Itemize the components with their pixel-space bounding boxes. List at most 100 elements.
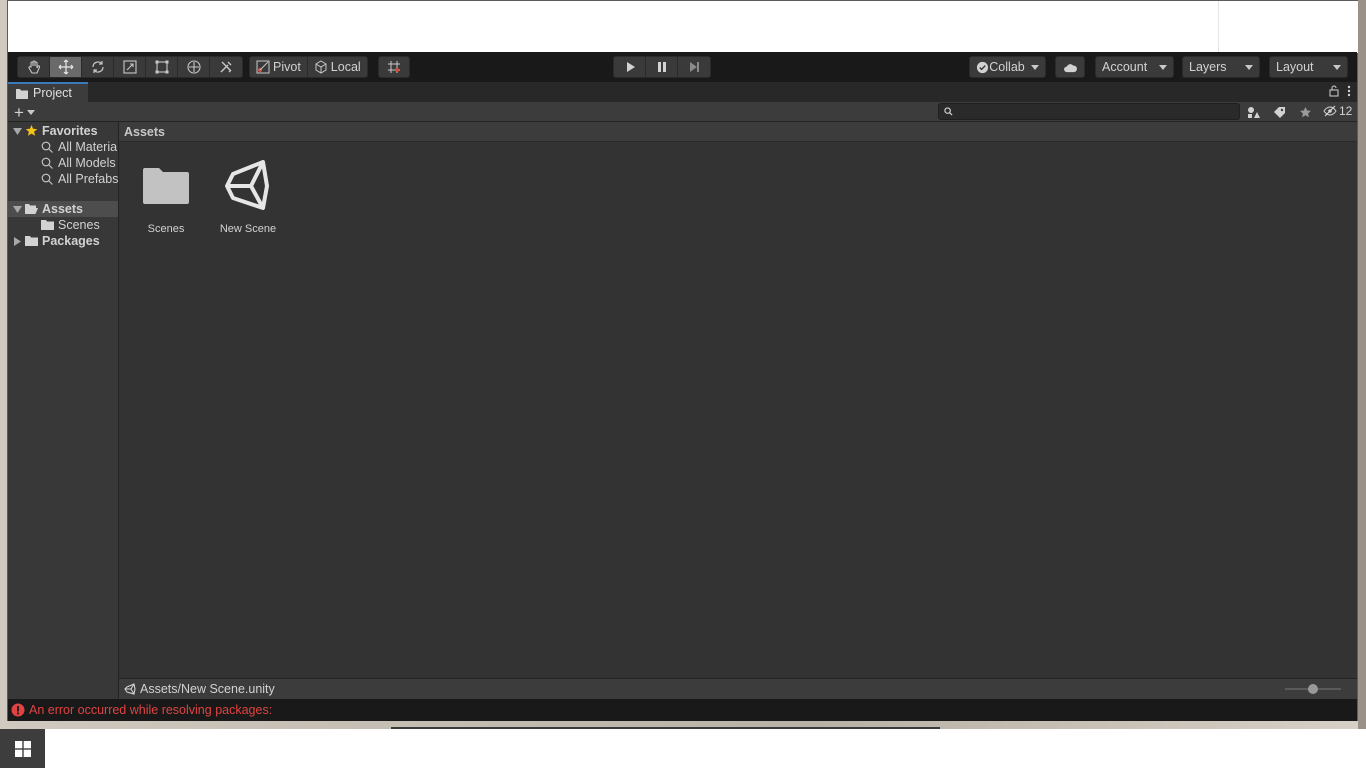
pivot-toggle[interactable]: Pivot bbox=[250, 57, 308, 77]
check-circle-icon bbox=[976, 61, 989, 73]
main-toolbar: Pivot Local Collab Account Layers Layout bbox=[8, 52, 1357, 82]
tab-project-label: Project bbox=[33, 86, 72, 100]
tab-menu bbox=[1329, 85, 1351, 97]
pause-button[interactable] bbox=[646, 57, 678, 77]
transform-tools-group bbox=[17, 56, 243, 78]
rect-tool-button[interactable] bbox=[146, 57, 178, 77]
expand-arrow-icon[interactable] bbox=[12, 204, 22, 214]
collab-dropdown[interactable]: Collab bbox=[969, 56, 1046, 78]
pivot-local-group: Pivot Local bbox=[249, 56, 368, 78]
move-tool-button[interactable] bbox=[50, 57, 82, 77]
asset-item-scenes[interactable]: Scenes bbox=[131, 159, 201, 239]
move-icon bbox=[58, 59, 73, 75]
search-icon bbox=[40, 172, 54, 186]
local-toggle[interactable]: Local bbox=[308, 57, 367, 77]
scale-tool-button[interactable] bbox=[114, 57, 146, 77]
project-folder-tree: Favorites All Materia All Models All Pre… bbox=[8, 122, 119, 699]
start-button[interactable] bbox=[0, 729, 45, 768]
filter-by-type-button[interactable] bbox=[1244, 104, 1262, 120]
layers-dropdown[interactable]: Layers bbox=[1182, 56, 1260, 78]
unity-scene-small-icon bbox=[124, 683, 136, 695]
kebab-menu-icon[interactable] bbox=[1347, 85, 1351, 97]
type-filter-icon bbox=[1247, 106, 1260, 118]
tree-item-favorite-1[interactable]: All Models bbox=[8, 155, 118, 171]
pivot-icon bbox=[256, 60, 270, 74]
unity-editor-window: Pivot Local Collab Account Layers Layout… bbox=[7, 0, 1358, 721]
icon-size-slider[interactable] bbox=[1285, 684, 1341, 694]
step-button[interactable] bbox=[678, 57, 710, 77]
titlebar-blank-region bbox=[1218, 1, 1358, 53]
layers-label: Layers bbox=[1189, 60, 1227, 74]
chevron-down-icon bbox=[1245, 64, 1253, 70]
pivot-label: Pivot bbox=[273, 60, 301, 74]
tree-item-favorites[interactable]: Favorites bbox=[8, 123, 118, 139]
rotate-icon bbox=[91, 61, 104, 73]
plus-icon: + bbox=[14, 102, 24, 122]
search-input[interactable] bbox=[957, 104, 1237, 119]
folder-icon bbox=[40, 218, 54, 232]
transform-icon bbox=[186, 60, 201, 74]
tools-icon bbox=[220, 61, 232, 73]
search-field[interactable] bbox=[938, 103, 1240, 120]
status-bar[interactable]: An error occurred while resolving packag… bbox=[8, 699, 1357, 721]
layout-label: Layout bbox=[1276, 60, 1314, 74]
selected-asset-pathbar: Assets/New Scene.unity bbox=[119, 678, 1357, 699]
grid-snap-button[interactable] bbox=[379, 57, 409, 77]
rotate-tool-button[interactable] bbox=[82, 57, 114, 77]
hand-tool-button[interactable] bbox=[18, 57, 50, 77]
window-titlebar[interactable] bbox=[8, 1, 1357, 52]
favorite-label: All Models bbox=[58, 156, 116, 170]
hand-icon bbox=[27, 60, 40, 74]
taskbar bbox=[0, 729, 1366, 768]
tab-project[interactable]: Project bbox=[8, 82, 88, 102]
cloud-icon bbox=[1063, 63, 1077, 72]
slider-handle[interactable] bbox=[1308, 684, 1318, 694]
hidden-packages-toggle[interactable]: 12 bbox=[1323, 104, 1352, 118]
eye-slash-icon bbox=[1323, 105, 1337, 117]
asset-path: Assets/New Scene.unity bbox=[140, 682, 275, 696]
collapse-arrow-icon[interactable] bbox=[12, 236, 22, 246]
transform-tool-button[interactable] bbox=[178, 57, 210, 77]
scenes-folder-label: Scenes bbox=[58, 218, 100, 232]
asset-item-new-scene[interactable]: New Scene bbox=[213, 159, 283, 239]
tree-item-favorite-2[interactable]: All Prefabs bbox=[8, 171, 119, 187]
asset-label: Scenes bbox=[147, 223, 185, 235]
folder-icon bbox=[24, 234, 38, 248]
expand-arrow-icon[interactable] bbox=[12, 126, 22, 136]
account-dropdown[interactable]: Account bbox=[1095, 56, 1174, 78]
chevron-down-icon bbox=[1333, 64, 1341, 70]
favorite-label: All Prefabs bbox=[58, 172, 119, 186]
favorites-label: Favorites bbox=[42, 124, 98, 138]
cube-icon bbox=[315, 60, 327, 74]
tree-item-assets[interactable]: Assets bbox=[8, 201, 118, 217]
account-label: Account bbox=[1102, 60, 1148, 74]
project-toolbar: + 12 bbox=[8, 102, 1357, 122]
chevron-down-icon bbox=[26, 109, 35, 115]
play-button[interactable] bbox=[614, 57, 646, 77]
play-icon bbox=[626, 62, 635, 72]
folder-open-icon bbox=[24, 202, 38, 216]
error-icon bbox=[11, 703, 25, 717]
packages-label: Packages bbox=[42, 234, 100, 248]
tree-item-packages[interactable]: Packages bbox=[8, 233, 118, 249]
chevron-down-icon bbox=[1031, 64, 1039, 70]
cloud-button[interactable] bbox=[1055, 56, 1085, 78]
folder-icon bbox=[16, 88, 28, 99]
breadcrumb-assets[interactable]: Assets bbox=[124, 125, 165, 139]
tag-icon bbox=[1273, 106, 1285, 118]
step-icon bbox=[690, 62, 699, 72]
tree-item-scenes[interactable]: Scenes bbox=[8, 217, 118, 233]
search-icon bbox=[40, 156, 54, 170]
create-asset-button[interactable]: + bbox=[14, 103, 42, 121]
layout-dropdown[interactable]: Layout bbox=[1269, 56, 1348, 78]
favorites-button[interactable] bbox=[1296, 104, 1314, 120]
grid-snap-group bbox=[378, 56, 410, 78]
custom-tool-button[interactable] bbox=[210, 57, 242, 77]
grid-snap-icon bbox=[388, 61, 400, 73]
tree-item-favorite-0[interactable]: All Materia bbox=[8, 139, 118, 155]
filter-by-label-button[interactable] bbox=[1270, 104, 1288, 120]
lock-icon[interactable] bbox=[1329, 85, 1339, 97]
breadcrumb[interactable]: Assets bbox=[119, 122, 1357, 142]
status-error-message: An error occurred while resolving packag… bbox=[29, 703, 273, 717]
pause-icon bbox=[657, 62, 666, 72]
